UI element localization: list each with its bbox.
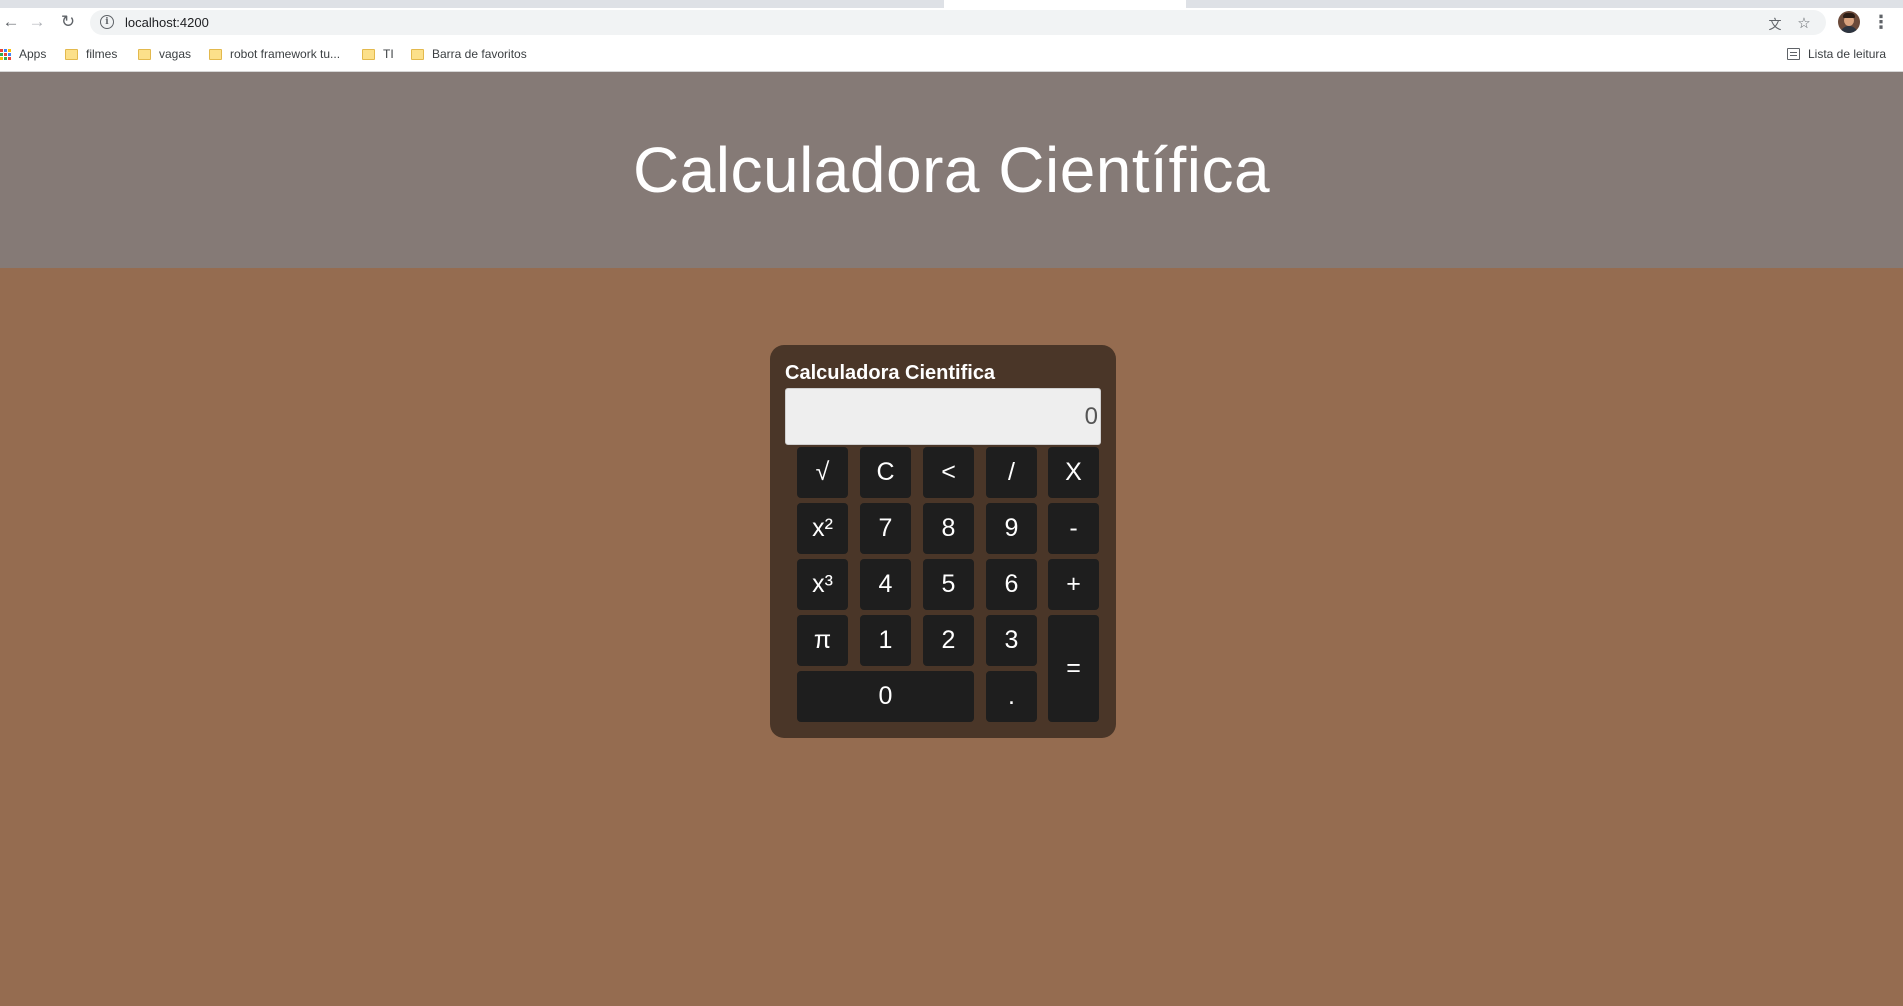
folder-icon (138, 48, 151, 60)
digit-9-button[interactable]: 9 (986, 503, 1037, 554)
reading-list-icon (1787, 48, 1800, 60)
back-arrow-icon[interactable]: ← (0, 11, 22, 33)
sqrt-button[interactable]: √ (797, 447, 848, 498)
calculator-display[interactable]: 0 (785, 388, 1101, 445)
page-title: Calculadora Científica (632, 134, 1271, 206)
divide-button[interactable]: / (986, 447, 1037, 498)
bookmark-apps[interactable]: Apps (0, 45, 46, 63)
backspace-button[interactable]: < (923, 447, 974, 498)
cube-button[interactable]: x³ (797, 559, 848, 610)
bookmarks-bar: Apps filmes vagas robot framework tu... … (0, 36, 1903, 72)
translate-icon[interactable]: 文 (1765, 13, 1785, 33)
plus-button[interactable]: + (1048, 559, 1099, 610)
folder-icon (209, 48, 222, 60)
digit-6-button[interactable]: 6 (986, 559, 1037, 610)
clear-button[interactable]: C (860, 447, 911, 498)
bookmark-label: vagas (159, 47, 192, 61)
calculator-title: Calculadora Cientifica (785, 362, 996, 384)
digit-2-button[interactable]: 2 (923, 615, 974, 666)
minus-button[interactable]: - (1048, 503, 1099, 554)
reload-icon[interactable]: ↻ (57, 11, 79, 33)
digit-7-button[interactable]: 7 (860, 503, 911, 554)
bookmark-ti[interactable]: TI (362, 45, 394, 63)
folder-icon (362, 48, 375, 60)
digit-8-button[interactable]: 8 (923, 503, 974, 554)
tab-strip (0, 0, 1903, 8)
decimal-button[interactable]: . (986, 671, 1037, 722)
bookmark-label: robot framework tu... (230, 47, 341, 61)
bookmark-label: Apps (19, 47, 47, 61)
pi-button[interactable]: π (797, 615, 848, 666)
reading-list-button[interactable]: Lista de leitura (1787, 45, 1886, 63)
address-bar[interactable]: i localhost:4200 文 ☆ (90, 10, 1826, 35)
digit-1-button[interactable]: 1 (860, 615, 911, 666)
forward-arrow-icon[interactable]: → (26, 11, 48, 33)
square-button[interactable]: x² (797, 503, 848, 554)
digit-4-button[interactable]: 4 (860, 559, 911, 610)
bookmark-vagas[interactable]: vagas (138, 45, 191, 63)
bookmark-label: TI (383, 47, 394, 61)
calculator-panel: Calculadora Cientifica 0 √ C < / X x² 7 … (770, 345, 1116, 738)
page-header: Calculadora Científica (0, 72, 1903, 268)
info-icon[interactable]: i (100, 15, 114, 29)
bookmark-label: Barra de favoritos (432, 47, 527, 61)
bookmark-filmes[interactable]: filmes (65, 45, 117, 63)
digit-5-button[interactable]: 5 (923, 559, 974, 610)
menu-dots-icon[interactable]: ⋮ (1871, 12, 1891, 32)
browser-toolbar: ← → ↻ i localhost:4200 文 ☆ ⋮ (0, 8, 1903, 36)
bookmark-star-icon[interactable]: ☆ (1794, 13, 1814, 33)
bookmark-robot-framework[interactable]: robot framework tu... (209, 45, 340, 63)
bookmark-barra-de-favoritos[interactable]: Barra de favoritos (411, 45, 527, 63)
active-tab[interactable] (944, 0, 1186, 8)
folder-icon (65, 48, 78, 60)
profile-avatar[interactable] (1838, 11, 1860, 33)
folder-icon (411, 48, 424, 60)
reading-list-label: Lista de leitura (1808, 47, 1887, 61)
digit-3-button[interactable]: 3 (986, 615, 1037, 666)
digit-0-button[interactable]: 0 (797, 671, 974, 722)
url-text[interactable]: localhost:4200 (125, 15, 209, 30)
apps-grid-icon (0, 48, 11, 60)
equals-button[interactable]: = (1048, 615, 1099, 722)
multiply-button[interactable]: X (1048, 447, 1099, 498)
bookmark-label: filmes (86, 47, 118, 61)
